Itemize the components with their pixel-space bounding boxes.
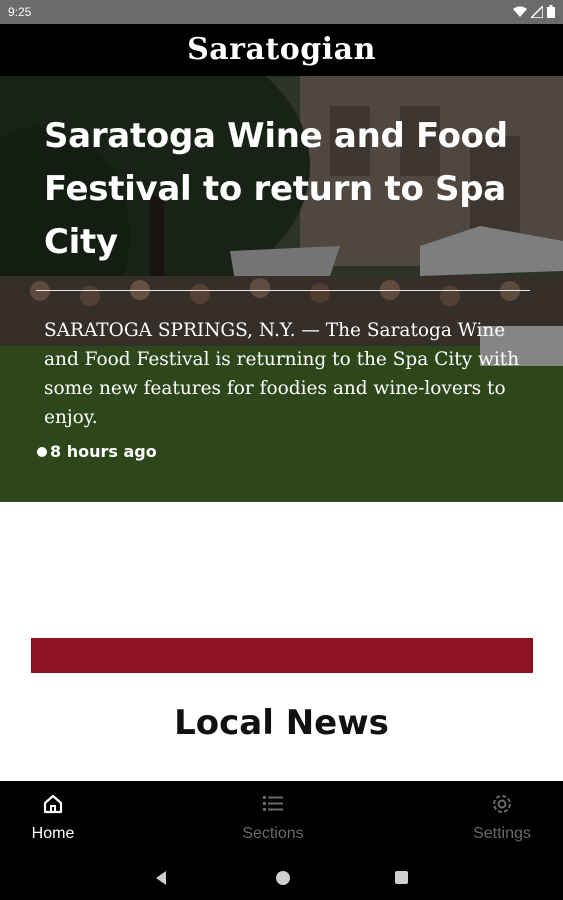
nav-sections[interactable]: Sections [213,781,333,857]
nav-sections-label: Sections [242,825,304,842]
hero-time-text: 8 hours ago [50,442,157,461]
nav-settings-label: Settings [473,825,531,842]
nav-home[interactable]: Home [0,781,113,857]
dot-icon [37,446,47,457]
gear-icon [491,793,513,819]
section-title: Local News [174,703,389,743]
nav-home-label: Home [31,825,75,842]
signal-icon [531,5,543,18]
hero-divider [36,290,530,291]
app-header: Saratogian [0,24,563,76]
wifi-icon [513,6,527,18]
status-time: 9:25 [8,5,32,19]
bottom-navigation: Home Sections Settings [0,781,563,857]
status-icons [513,5,555,18]
hero-article[interactable]: Saratoga Wine and Food Festival to retur… [0,76,563,502]
status-bar: 9:25 [0,0,563,24]
hero-headline[interactable]: Saratoga Wine and Food Festival to retur… [44,110,524,269]
nav-settings[interactable]: Settings [442,781,562,857]
saratogian-logo[interactable]: Saratogian [187,32,376,67]
hero-summary: SARATOGA SPRINGS, N.Y. — The Saratoga Wi… [44,320,520,428]
section-accent-bar [31,638,533,673]
hero-timestamp: 8 hours ago [37,442,157,461]
system-navigation-bar [0,857,563,900]
home-icon [42,793,64,819]
list-icon [262,793,284,817]
back-icon[interactable] [154,870,168,890]
home-circle-icon[interactable] [275,870,291,890]
battery-icon [547,5,555,18]
recents-square-icon[interactable] [394,870,409,889]
